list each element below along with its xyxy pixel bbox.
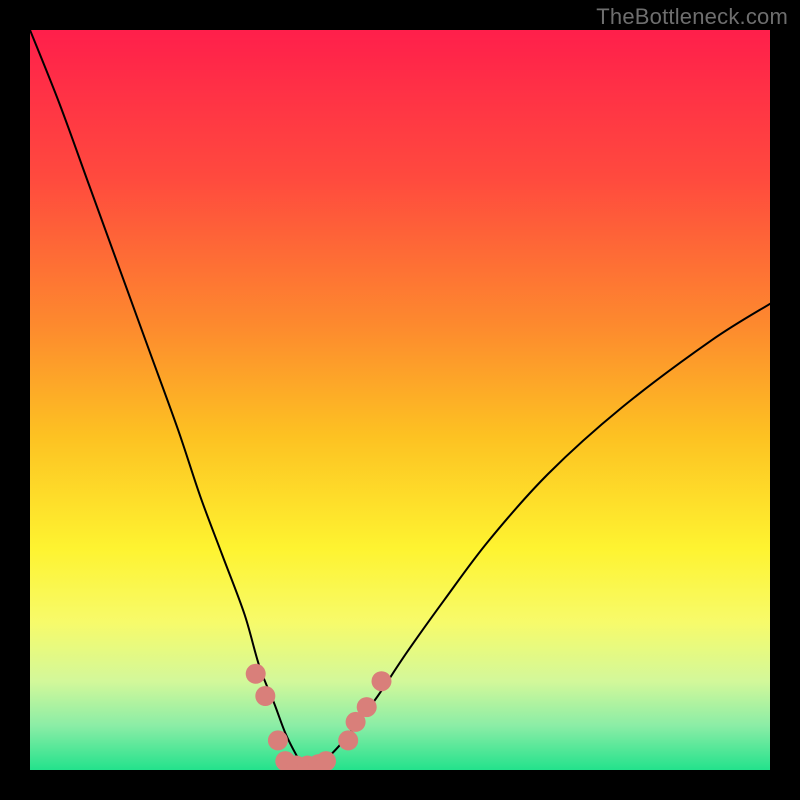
plot-background — [30, 30, 770, 770]
chart-frame: TheBottleneck.com — [0, 0, 800, 800]
marker-dot — [246, 664, 266, 684]
marker-dot — [372, 671, 392, 691]
watermark-label: TheBottleneck.com — [596, 4, 788, 30]
marker-dot — [338, 730, 358, 750]
marker-dot — [255, 686, 275, 706]
marker-dot — [357, 697, 377, 717]
marker-dot — [268, 730, 288, 750]
plot-svg — [30, 30, 770, 770]
plot-area — [30, 30, 770, 770]
